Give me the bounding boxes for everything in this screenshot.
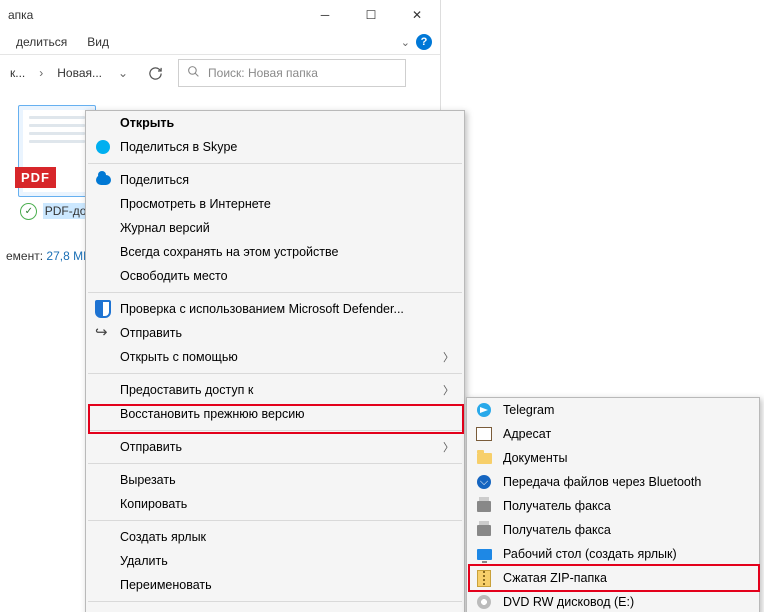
folder-icon xyxy=(475,449,493,467)
telegram-icon xyxy=(475,401,493,419)
menu-share[interactable]: Поделиться xyxy=(86,168,464,192)
pdf-badge: PDF xyxy=(15,167,56,188)
ribbon-tabs: делиться Вид ⌄ ? xyxy=(0,30,440,55)
sync-status-icon: ✓ xyxy=(20,203,37,220)
chevron-right-icon: 〉 xyxy=(443,382,454,398)
menu-delete[interactable]: Удалить xyxy=(86,549,464,573)
menu-open-with[interactable]: Открыть с помощью〉 xyxy=(86,345,464,369)
menu-copy[interactable]: Копировать xyxy=(86,492,464,516)
sendto-dvd[interactable]: DVD RW дисковод (E:) xyxy=(467,590,759,612)
dvd-icon xyxy=(475,593,493,611)
zip-icon xyxy=(475,569,493,587)
menu-skype[interactable]: Поделиться в Skype xyxy=(86,135,464,159)
menu-open[interactable]: Открыть xyxy=(86,111,464,135)
menu-free-space[interactable]: Освободить место xyxy=(86,264,464,288)
sendto-fax-2[interactable]: Получатель факса xyxy=(467,518,759,542)
address-bar: к... › Новая... ⌄ Поиск: Новая папка xyxy=(0,55,440,91)
close-button[interactable]: ✕ xyxy=(394,0,440,30)
fax-icon xyxy=(475,497,493,515)
maximize-button[interactable]: ☐ xyxy=(348,0,394,30)
context-menu: Открыть Поделиться в Skype Поделиться Пр… xyxy=(85,110,465,612)
sendto-zip[interactable]: Сжатая ZIP-папка xyxy=(467,566,759,590)
breadcrumb-dropdown-icon[interactable]: ⌄ xyxy=(114,66,132,80)
menu-cut[interactable]: Вырезать xyxy=(86,468,464,492)
minimize-button[interactable]: ─ xyxy=(302,0,348,30)
sendto-documents[interactable]: Документы xyxy=(467,446,759,470)
send-to-submenu: Telegram Адресат Документы ⌵Передача фай… xyxy=(466,397,760,612)
sendto-contact[interactable]: Адресат xyxy=(467,422,759,446)
menu-rename[interactable]: Переименовать xyxy=(86,573,464,597)
menu-view-web[interactable]: Просмотреть в Интернете xyxy=(86,192,464,216)
chevron-right-icon: › xyxy=(37,66,45,80)
cloud-icon xyxy=(94,171,112,189)
sendto-bluetooth[interactable]: ⌵Передача файлов через Bluetooth xyxy=(467,470,759,494)
menu-properties[interactable]: Свойства xyxy=(86,606,464,612)
share-icon xyxy=(94,324,112,342)
chevron-right-icon: 〉 xyxy=(443,439,454,455)
refresh-button[interactable] xyxy=(142,60,168,86)
breadcrumb-seg-2[interactable]: Новая... xyxy=(55,66,104,80)
sendto-telegram[interactable]: Telegram xyxy=(467,398,759,422)
sendto-fax-1[interactable]: Получатель факса xyxy=(467,494,759,518)
titlebar: апка ─ ☐ ✕ xyxy=(0,0,440,30)
menu-always-keep[interactable]: Всегда сохранять на этом устройстве xyxy=(86,240,464,264)
chevron-right-icon: 〉 xyxy=(443,349,454,365)
ribbon-collapse-icon[interactable]: ⌄ xyxy=(401,36,410,49)
tab-share[interactable]: делиться xyxy=(6,35,77,49)
window-title: апка xyxy=(8,8,302,22)
menu-send-to[interactable]: Отправить〉 xyxy=(86,435,464,459)
bluetooth-icon: ⌵ xyxy=(475,473,493,491)
menu-defender[interactable]: Проверка с использованием Microsoft Defe… xyxy=(86,297,464,321)
desktop-icon xyxy=(475,545,493,563)
menu-grant-access[interactable]: Предоставить доступ к〉 xyxy=(86,378,464,402)
menu-shortcut[interactable]: Создать ярлык xyxy=(86,525,464,549)
menu-versions[interactable]: Журнал версий xyxy=(86,216,464,240)
sendto-desktop[interactable]: Рабочий стол (создать ярлык) xyxy=(467,542,759,566)
skype-icon xyxy=(94,138,112,156)
shield-icon xyxy=(94,300,112,318)
status-bar: емент: 27,8 МБ xyxy=(0,249,91,263)
menu-share-to[interactable]: Отправить xyxy=(86,321,464,345)
search-icon xyxy=(187,65,200,81)
breadcrumb-seg-1[interactable]: к... xyxy=(8,66,27,80)
menu-restore-prev[interactable]: Восстановить прежнюю версию xyxy=(86,402,464,426)
search-placeholder: Поиск: Новая папка xyxy=(208,66,318,80)
contact-icon xyxy=(475,425,493,443)
fax-icon xyxy=(475,521,493,539)
help-icon[interactable]: ? xyxy=(416,34,432,50)
tab-view[interactable]: Вид xyxy=(77,35,119,49)
status-prefix: емент: xyxy=(6,249,46,263)
search-input[interactable]: Поиск: Новая папка xyxy=(178,59,406,87)
